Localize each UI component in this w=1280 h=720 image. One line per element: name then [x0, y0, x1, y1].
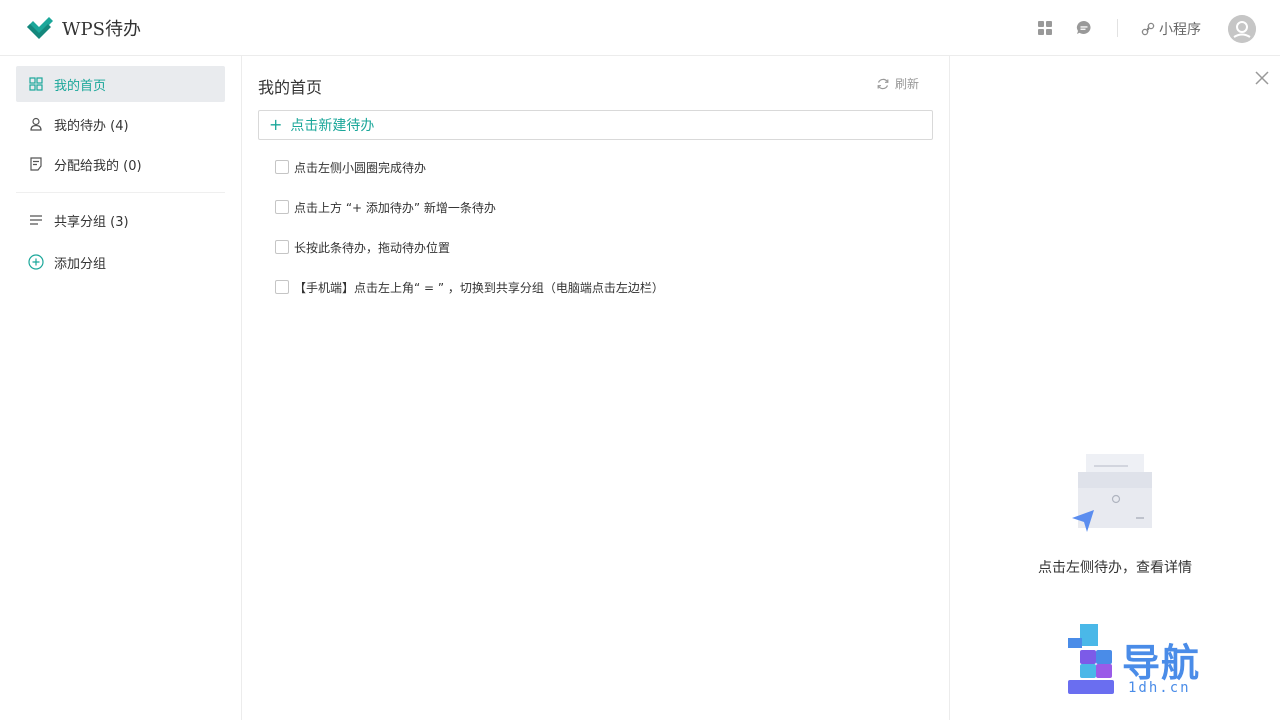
refresh-icon — [877, 78, 889, 89]
watermark-title: 导航 — [1122, 641, 1201, 685]
sidebar-item-home[interactable]: 我的首页 — [16, 66, 225, 102]
sidebar-item-assigned[interactable]: 分配给我的 (0) — [16, 146, 225, 182]
main-panel: 我的首页 刷新 + 点击新建待办 点击左侧小圆圈完成待办 点击上方 “+ 添加待… — [242, 56, 950, 720]
sidebar-item-label: 分配给我的 (0) — [54, 158, 142, 174]
watermark-logo: 导航 1dh.cn — [1066, 624, 1226, 704]
assign-doc-icon — [28, 156, 44, 172]
sidebar-item-shared-groups[interactable]: 共享分组 (3) — [16, 202, 225, 238]
watermark-subtitle: 1dh.cn — [1128, 680, 1191, 696]
add-circle-icon — [28, 254, 44, 270]
refresh-button[interactable]: 刷新 — [876, 75, 919, 92]
todo-checkbox[interactable] — [275, 240, 289, 254]
list-lines-icon — [28, 212, 44, 228]
sidebar-item-label: 添加分组 — [54, 256, 107, 272]
todo-checkbox[interactable] — [275, 280, 289, 294]
todo-checkbox[interactable] — [275, 160, 289, 174]
close-icon[interactable] — [1254, 70, 1270, 86]
link-icon — [1141, 22, 1155, 36]
grid-icon — [28, 76, 44, 92]
sidebar: 我的首页 我的待办 (4) 分配给我的 (0) 共享分组 (3) 添加分组 — [0, 56, 242, 720]
mini-program-label: 小程序 — [1159, 22, 1201, 38]
detail-panel: 点击左侧待办，查看详情 导航 1dh.cn — [950, 56, 1280, 720]
wps-todo-logo-icon — [27, 17, 53, 39]
sidebar-divider — [16, 192, 225, 193]
app-name: WPS待办 — [62, 19, 141, 40]
todo-text: 点击上方 “+ 添加待办” 新增一条待办 — [294, 200, 496, 215]
top-header: WPS待办 小程序 — [0, 0, 1280, 56]
apps-grid-icon[interactable] — [1035, 18, 1055, 38]
mini-program-button[interactable]: 小程序 — [1141, 18, 1201, 40]
todo-text: 长按此条待办，拖动待办位置 — [294, 240, 451, 255]
sidebar-item-my-todos[interactable]: 我的待办 (4) — [16, 106, 225, 142]
person-icon — [28, 116, 44, 132]
watermark-badge-icon — [1068, 624, 1114, 694]
user-avatar-icon[interactable] — [1228, 15, 1256, 43]
new-todo-label: 点击新建待办 — [290, 118, 375, 134]
sidebar-item-label: 共享分组 (3) — [54, 214, 129, 230]
header-divider — [1117, 19, 1118, 37]
sidebar-item-label: 我的首页 — [54, 78, 107, 94]
todo-text: 【手机端】点击左上角“ = ” ，切换到共享分组（电脑端点击左边栏） — [294, 280, 664, 295]
plus-icon: + — [269, 115, 283, 134]
brand[interactable]: WPS待办 — [24, 14, 141, 42]
chat-bubble-icon[interactable] — [1074, 18, 1094, 38]
todo-item[interactable]: 点击上方 “+ 添加待办” 新增一条待办 — [275, 197, 496, 217]
todo-item[interactable]: 点击左侧小圆圈完成待办 — [275, 157, 426, 177]
add-group-button[interactable]: 添加分组 — [16, 244, 225, 280]
todo-item[interactable]: 长按此条待办，拖动待办位置 — [275, 237, 450, 257]
empty-state-illustration — [1072, 454, 1152, 532]
empty-state-hint: 点击左侧待办，查看详情 — [1038, 560, 1192, 576]
page-title: 我的首页 — [258, 78, 323, 97]
sidebar-item-label: 我的待办 (4) — [54, 118, 129, 134]
todo-checkbox[interactable] — [275, 200, 289, 214]
todo-text: 点击左侧小圆圈完成待办 — [294, 160, 427, 175]
refresh-label: 刷新 — [895, 77, 920, 91]
todo-item[interactable]: 【手机端】点击左上角“ = ” ，切换到共享分组（电脑端点击左边栏） — [275, 277, 664, 297]
new-todo-input[interactable]: + 点击新建待办 — [258, 110, 933, 140]
